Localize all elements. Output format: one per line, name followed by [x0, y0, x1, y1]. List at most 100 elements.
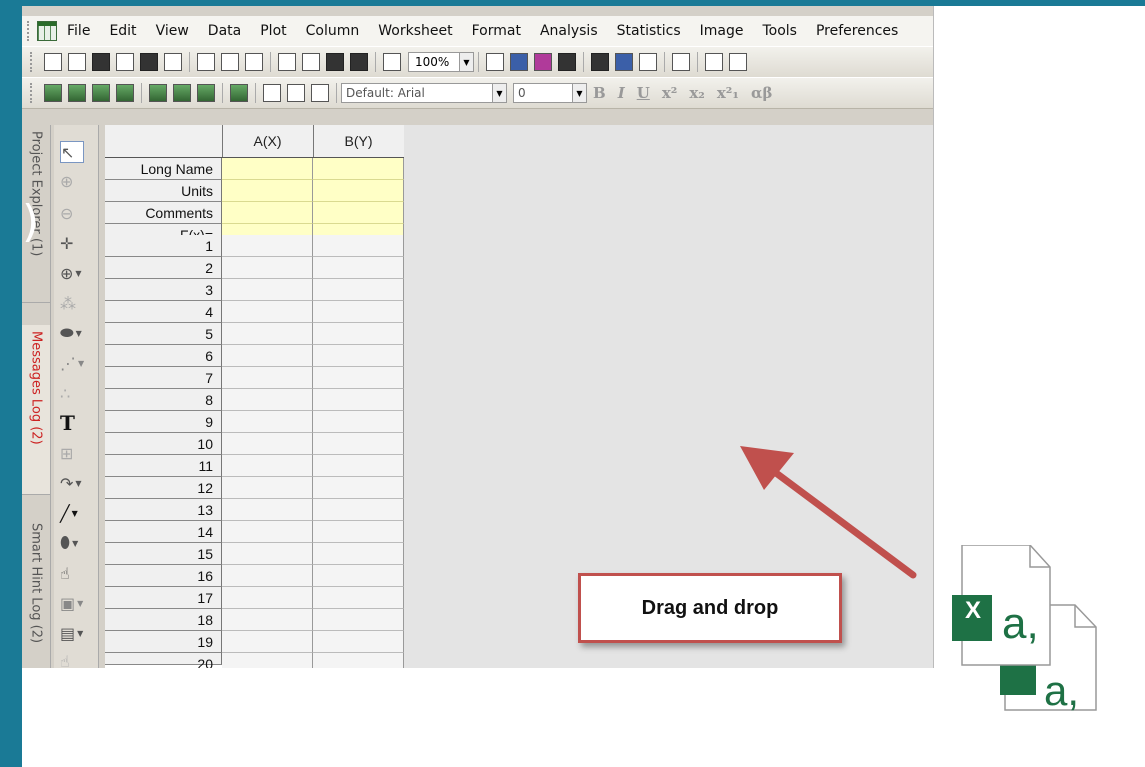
new-layout-icon[interactable] — [197, 53, 215, 71]
font-size-dropdown-icon[interactable]: ▼ — [573, 83, 587, 103]
row-number[interactable]: 1 — [105, 235, 222, 257]
sort-icon[interactable] — [149, 84, 167, 102]
fill-random-icon[interactable] — [116, 84, 134, 102]
cut-icon[interactable] — [263, 84, 281, 102]
data-selector-icon[interactable]: ⁂ — [60, 293, 90, 313]
add-sheet-icon[interactable] — [230, 84, 248, 102]
cell-a[interactable] — [222, 587, 313, 609]
cell-b[interactable] — [313, 235, 404, 257]
underline-icon[interactable]: U — [637, 84, 650, 102]
command-window-icon[interactable] — [639, 53, 657, 71]
super-subscript-icon[interactable]: x²₁ — [717, 84, 739, 102]
cell-a[interactable] — [222, 631, 313, 653]
cell-b[interactable] — [313, 587, 404, 609]
meta-row-label[interactable]: Comments — [105, 202, 222, 224]
pan-icon[interactable]: ☝ — [60, 651, 90, 669]
save-icon[interactable] — [326, 53, 344, 71]
menu-plot[interactable]: Plot — [260, 23, 286, 39]
recalculate-icon[interactable] — [383, 53, 401, 71]
zoom-field[interactable]: 100% — [408, 52, 460, 72]
cell-a[interactable] — [222, 279, 313, 301]
meta-row-label[interactable]: Units — [105, 180, 222, 202]
row-number[interactable]: 12 — [105, 477, 222, 499]
new-folder-icon[interactable] — [68, 53, 86, 71]
code-builder-icon[interactable] — [591, 53, 609, 71]
new-workbook-icon[interactable] — [92, 53, 110, 71]
slideshow-icon[interactable] — [558, 53, 576, 71]
new-matrix-icon[interactable] — [140, 53, 158, 71]
cell-b[interactable] — [313, 631, 404, 653]
cell-b[interactable] — [313, 257, 404, 279]
zoom-dropdown-icon[interactable]: ▼ — [460, 52, 474, 72]
add-column-icon[interactable] — [44, 84, 62, 102]
cell-b[interactable] — [313, 158, 404, 180]
row-number[interactable]: 18 — [105, 609, 222, 631]
cell-a[interactable] — [222, 158, 313, 180]
scatter-draw-icon[interactable]: ∴ — [60, 383, 90, 403]
menu-analysis[interactable]: Analysis — [540, 23, 598, 39]
new-project-icon[interactable] — [44, 53, 62, 71]
results-log-icon[interactable] — [615, 53, 633, 71]
fill-row-numbers-icon[interactable] — [92, 84, 110, 102]
zoom-out-icon[interactable]: ⊖ — [60, 203, 90, 223]
cell-a[interactable] — [222, 367, 313, 389]
set-column-values-icon[interactable] — [68, 84, 86, 102]
new-notes-icon[interactable] — [221, 53, 239, 71]
tab-messages-log[interactable]: Messages Log (2) — [22, 325, 50, 495]
cell-b[interactable] — [313, 543, 404, 565]
region-mask-icon[interactable]: ⬬ ▼ — [60, 323, 90, 343]
cell-b[interactable] — [313, 345, 404, 367]
cell-a[interactable] — [222, 202, 313, 224]
subscript-icon[interactable]: x₂ — [689, 84, 705, 102]
print-icon[interactable] — [486, 53, 504, 71]
cell-b[interactable] — [313, 279, 404, 301]
cell-a[interactable] — [222, 257, 313, 279]
statistics-column-icon[interactable] — [197, 84, 215, 102]
row-number[interactable]: 3 — [105, 279, 222, 301]
row-number[interactable]: 11 — [105, 455, 222, 477]
row-number[interactable]: 19 — [105, 631, 222, 653]
copy-page-icon[interactable] — [534, 53, 552, 71]
row-number[interactable]: 4 — [105, 301, 222, 323]
stack-icon[interactable] — [173, 84, 191, 102]
font-select[interactable]: Default: Arial — [341, 83, 493, 103]
greek-icon[interactable]: αβ — [751, 84, 773, 102]
menu-edit[interactable]: Edit — [109, 23, 136, 39]
new-excel-icon[interactable] — [245, 53, 263, 71]
row-number[interactable]: 14 — [105, 521, 222, 543]
cell-b[interactable] — [313, 301, 404, 323]
row-number[interactable]: 2 — [105, 257, 222, 279]
row-number[interactable]: 13 — [105, 499, 222, 521]
row-number[interactable]: 17 — [105, 587, 222, 609]
cell-a[interactable] — [222, 433, 313, 455]
cell-b[interactable] — [313, 367, 404, 389]
cell-a[interactable] — [222, 180, 313, 202]
paste-icon[interactable] — [311, 84, 329, 102]
menu-format[interactable]: Format — [472, 23, 521, 39]
cell-b[interactable] — [313, 433, 404, 455]
find-plot-icon[interactable] — [729, 53, 747, 71]
cell-b[interactable] — [313, 565, 404, 587]
new-graph-icon[interactable] — [116, 53, 134, 71]
open-icon[interactable] — [278, 53, 296, 71]
cell-a[interactable] — [222, 235, 313, 257]
cell-b[interactable] — [313, 202, 404, 224]
insert-graph-icon[interactable]: ▣ ▼ — [60, 593, 90, 613]
column-header-a[interactable]: A(X) — [222, 125, 314, 157]
cell-b[interactable] — [313, 609, 404, 631]
menu-file[interactable]: File — [67, 23, 90, 39]
new-function-icon[interactable] — [164, 53, 182, 71]
sheet-corner[interactable] — [105, 125, 223, 157]
cell-a[interactable] — [222, 543, 313, 565]
cell-a[interactable] — [222, 521, 313, 543]
draw-data-icon[interactable]: ⋰ ▼ — [60, 353, 90, 373]
cell-b[interactable] — [313, 389, 404, 411]
cell-b[interactable] — [313, 411, 404, 433]
copy-icon[interactable] — [287, 84, 305, 102]
cell-b[interactable] — [313, 455, 404, 477]
add-table-icon[interactable]: ⊞ — [60, 443, 90, 463]
tab-smart-hint-log[interactable]: Smart Hint Log (2) — [22, 517, 50, 667]
italic-icon[interactable]: I — [618, 84, 625, 102]
superscript-icon[interactable]: x² — [662, 84, 678, 102]
screen-reader-icon[interactable]: ✛ — [60, 233, 90, 253]
